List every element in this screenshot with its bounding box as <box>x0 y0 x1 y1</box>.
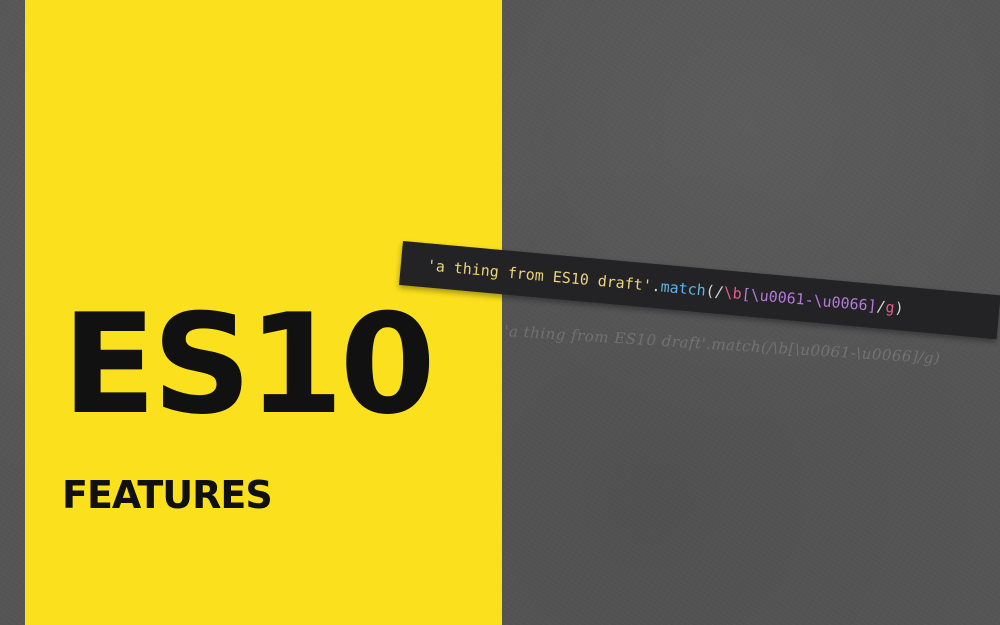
code-escape: \b <box>722 283 743 303</box>
code-regex-class: [\u0061-\u0066] <box>740 284 878 316</box>
code-close: ) <box>893 298 905 318</box>
title: ES10 <box>62 284 436 445</box>
subtitle: FEATURES <box>62 473 273 517</box>
code-open: (/ <box>704 281 725 302</box>
code-method: match <box>659 277 707 300</box>
code-string: 'a thing from ES10 draft' <box>426 256 653 295</box>
